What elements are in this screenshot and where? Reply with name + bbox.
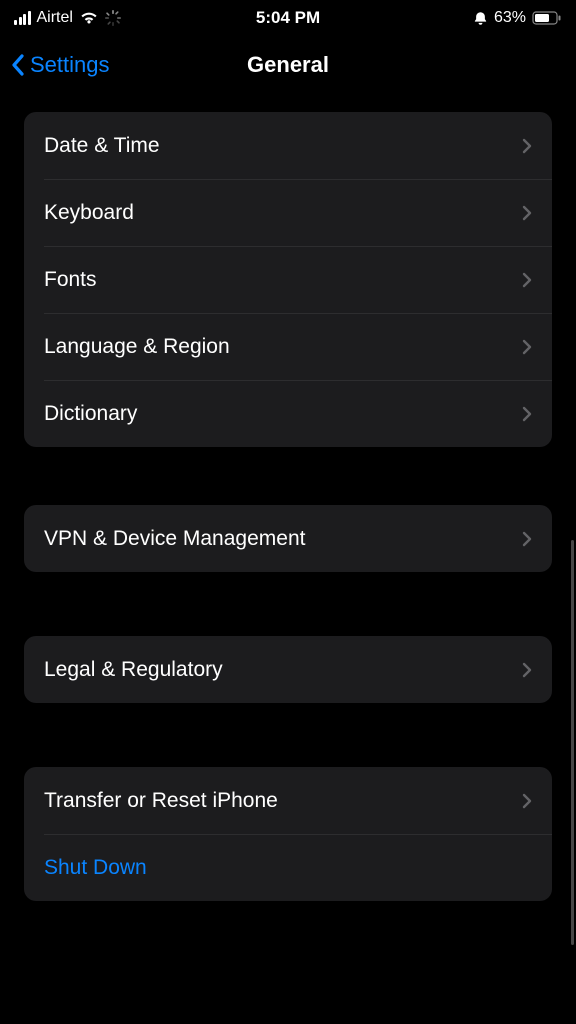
battery-percentage: 63% <box>494 9 526 27</box>
settings-group-2: VPN & Device Management <box>24 505 552 572</box>
row-label: Date & Time <box>44 134 160 158</box>
wifi-icon <box>79 11 99 25</box>
row-legal-regulatory[interactable]: Legal & Regulatory <box>24 636 552 703</box>
row-language-region[interactable]: Language & Region <box>24 313 552 380</box>
chevron-left-icon <box>10 53 26 77</box>
row-keyboard[interactable]: Keyboard <box>24 179 552 246</box>
row-fonts[interactable]: Fonts <box>24 246 552 313</box>
row-date-time[interactable]: Date & Time <box>24 112 552 179</box>
back-label: Settings <box>30 52 110 78</box>
cellular-signal-icon <box>14 11 31 25</box>
settings-group-4: Transfer or Reset iPhone Shut Down <box>24 767 552 901</box>
chevron-right-icon <box>522 272 532 288</box>
chevron-right-icon <box>522 339 532 355</box>
carrier-label: Airtel <box>37 9 73 27</box>
settings-group-1: Date & Time Keyboard Fonts Language & Re… <box>24 112 552 447</box>
status-bar: Airtel 5:04 PM 63% <box>0 0 576 36</box>
row-label: Shut Down <box>44 856 147 880</box>
chevron-right-icon <box>522 662 532 678</box>
alarm-icon <box>473 11 488 26</box>
back-button[interactable]: Settings <box>0 52 110 78</box>
row-label: Language & Region <box>44 335 230 359</box>
row-label: Fonts <box>44 268 97 292</box>
nav-bar: Settings General <box>0 36 576 94</box>
row-label: Transfer or Reset iPhone <box>44 789 278 813</box>
chevron-right-icon <box>522 138 532 154</box>
row-label: Dictionary <box>44 402 137 426</box>
scroll-indicator[interactable] <box>571 540 574 945</box>
chevron-right-icon <box>522 406 532 422</box>
chevron-right-icon <box>522 793 532 809</box>
settings-group-3: Legal & Regulatory <box>24 636 552 703</box>
row-label: Keyboard <box>44 201 134 225</box>
row-dictionary[interactable]: Dictionary <box>24 380 552 447</box>
chevron-right-icon <box>522 531 532 547</box>
battery-icon <box>532 11 562 25</box>
row-label: VPN & Device Management <box>44 527 305 551</box>
content: Date & Time Keyboard Fonts Language & Re… <box>0 94 576 901</box>
loading-spinner-icon <box>105 10 121 26</box>
row-transfer-reset[interactable]: Transfer or Reset iPhone <box>24 767 552 834</box>
row-vpn-device-management[interactable]: VPN & Device Management <box>24 505 552 572</box>
row-shut-down[interactable]: Shut Down <box>24 834 552 901</box>
row-label: Legal & Regulatory <box>44 658 223 682</box>
chevron-right-icon <box>522 205 532 221</box>
